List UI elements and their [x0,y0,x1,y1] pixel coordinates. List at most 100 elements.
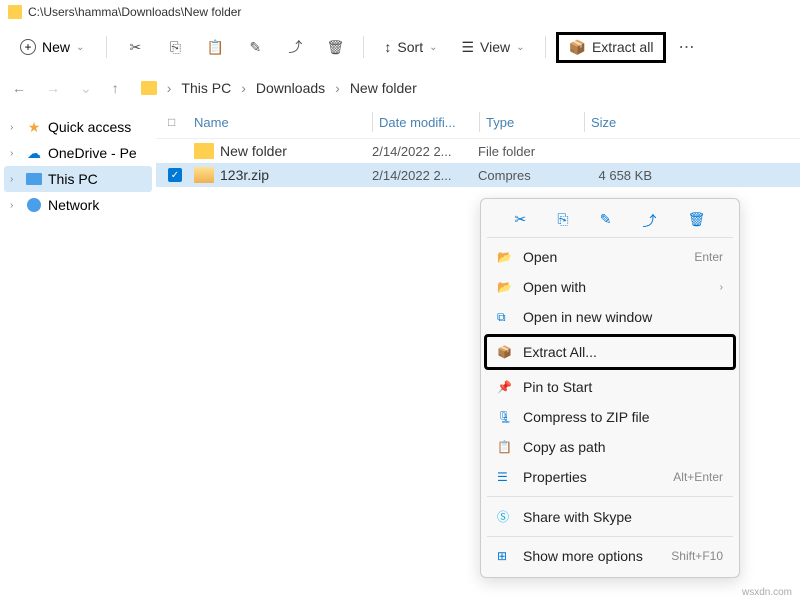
menu-share-skype[interactable]: Ⓢ Share with Skype [487,501,733,532]
cut-icon[interactable]: ✂ [127,39,143,55]
sidebar: › ★ Quick access › ☁ OneDrive - Pe › Thi… [0,106,156,604]
compress-icon: 🗜 [497,410,513,424]
row-checkbox[interactable]: ✓ [168,168,194,182]
sidebar-item-label: Quick access [48,119,131,135]
paste-icon[interactable]: 📋 [207,39,223,55]
chevron-right-icon: › [167,80,172,96]
delete-icon[interactable]: 🗑 [327,39,343,55]
extract-icon: 📦 [569,39,586,56]
zip-icon [194,167,214,183]
network-icon [26,197,42,213]
menu-open[interactable]: 📂 Open Enter [487,242,733,272]
menu-separator [487,536,733,537]
column-headers: □ Name Date modifi... Type Size [156,106,800,139]
breadcrumb-item[interactable]: This PC [181,80,231,96]
check-column[interactable]: □ [168,115,194,129]
date-column[interactable]: Date modifi... [373,115,479,130]
back-button[interactable]: ← [8,80,30,96]
sort-icon: ↕ [384,39,391,55]
menu-separator [487,496,733,497]
more-button[interactable]: ⋯ [670,37,702,57]
window-path: C:\Users\hamma\Downloads\New folder [28,5,241,19]
forward-button[interactable]: → [42,80,64,96]
menu-compress[interactable]: 🗜 Compress to ZIP file [487,402,733,432]
star-icon: ★ [26,119,42,135]
sidebar-item-network[interactable]: › Network [4,192,152,218]
cut-icon[interactable]: ✂ [515,211,527,231]
more-icon: ⊞ [497,549,513,563]
menu-label: Pin to Start [523,379,723,395]
properties-icon: ☰ [497,470,513,484]
new-button[interactable]: + New ⌄ [8,33,96,61]
context-menu: ✂ ⎘ ✎ ⤴ 🗑 📂 Open Enter 📂 Open with › ⧉ O… [480,198,740,578]
file-name: 123r.zip [220,167,372,183]
menu-properties[interactable]: ☰ Properties Alt+Enter [487,462,733,492]
breadcrumb: › This PC › Downloads › New folder [135,80,417,96]
menu-extract-all[interactable]: 📦 Extract All... [484,334,736,370]
sidebar-item-thispc[interactable]: › This PC [4,166,152,192]
menu-label: Extract All... [523,344,723,360]
menu-label: Copy as path [523,439,723,455]
chevron-right-icon: › [10,148,20,159]
up-button[interactable]: ↑ [108,80,123,96]
menu-shortcut: Alt+Enter [673,470,723,484]
new-label: New [42,39,70,55]
file-row[interactable]: ✓ 123r.zip 2/14/2022 2... Compres 4 658 … [156,163,800,187]
menu-label: Open [523,249,684,265]
sidebar-item-onedrive[interactable]: › ☁ OneDrive - Pe [4,140,152,166]
menu-label: Open with [523,279,710,295]
watermark: wsxdn.com [742,587,792,598]
plus-icon: + [20,39,36,55]
menu-label: Compress to ZIP file [523,409,723,425]
name-column[interactable]: Name [194,115,372,130]
chevron-right-icon: › [241,80,246,96]
copy-icon[interactable]: ⎘ [167,39,183,55]
sort-button[interactable]: ↕ Sort ⌄ [374,33,447,61]
menu-label: Properties [523,469,663,485]
menu-show-more[interactable]: ⊞ Show more options Shift+F10 [487,541,733,571]
navbar: ← → ⌄ ↑ › This PC › Downloads › New fold… [0,70,800,106]
rename-icon[interactable]: ✎ [247,39,263,55]
share-icon[interactable]: ⤴ [643,211,657,231]
separator [106,36,107,58]
extract-icon: 📦 [497,345,513,359]
size-column[interactable]: Size [585,115,675,130]
separator [545,36,546,58]
view-label: View [480,39,510,55]
share-icon[interactable]: ⤴ [287,39,303,55]
menu-label: Open in new window [523,309,723,325]
file-row[interactable]: New folder 2/14/2022 2... File folder [156,139,800,163]
sidebar-item-label: Network [48,197,99,213]
menu-label: Share with Skype [523,509,723,525]
chevron-down-icon: ⌄ [76,42,84,53]
menu-open-with[interactable]: 📂 Open with › [487,272,733,302]
window-icon: ⧉ [497,310,513,325]
menu-copy-path[interactable]: 📋 Copy as path [487,432,733,462]
menu-shortcut: Enter [694,250,723,264]
menu-open-new-window[interactable]: ⧉ Open in new window [487,302,733,332]
breadcrumb-item[interactable]: New folder [350,80,417,96]
chevron-right-icon: › [10,122,20,133]
rename-icon[interactable]: ✎ [600,211,612,231]
file-type: Compres [478,168,582,183]
delete-icon[interactable]: 🗑 [688,211,706,231]
type-column[interactable]: Type [480,115,584,130]
chevron-right-icon: › [10,200,20,211]
copy-path-icon: 📋 [497,440,513,454]
folder-icon [8,5,22,19]
breadcrumb-item[interactable]: Downloads [256,80,325,96]
pin-icon: 📌 [497,380,513,394]
context-icon-row: ✂ ⎘ ✎ ⤴ 🗑 [487,205,733,238]
file-name: New folder [220,143,372,159]
toolbar: + New ⌄ ✂ ⎘ 📋 ✎ ⤴ 🗑 ↕ Sort ⌄ ☰ View ⌄ 📦 … [0,24,800,70]
extract-label: Extract all [592,39,653,55]
view-button[interactable]: ☰ View ⌄ [451,33,534,62]
sidebar-item-quickaccess[interactable]: › ★ Quick access [4,114,152,140]
menu-label: Show more options [523,548,661,564]
copy-icon[interactable]: ⎘ [557,211,568,231]
recent-dropdown[interactable]: ⌄ [76,80,96,97]
sidebar-item-label: OneDrive - Pe [48,145,137,161]
pc-icon [26,171,42,187]
extract-all-button[interactable]: 📦 Extract all [556,32,667,63]
menu-pin-start[interactable]: 📌 Pin to Start [487,372,733,402]
